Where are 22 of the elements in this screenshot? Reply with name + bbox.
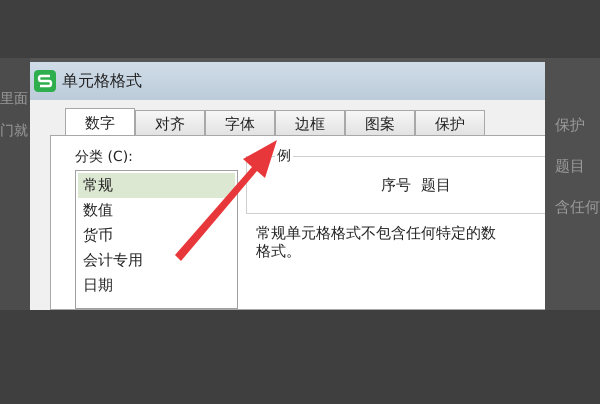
category-item[interactable]: 会计专用 <box>78 248 235 273</box>
tab[interactable]: 边框 <box>275 110 345 137</box>
background-text: 题目 <box>555 157 586 176</box>
category-item[interactable]: 日期 <box>78 273 235 298</box>
group-legend: 例 <box>275 147 293 165</box>
tab[interactable]: 图案 <box>345 110 415 137</box>
category-item[interactable]: 数值 <box>78 198 235 223</box>
tab[interactable]: 字体 <box>205 110 275 137</box>
window-title: 单元格格式 <box>62 70 142 92</box>
app-logo-icon <box>34 70 56 92</box>
background-text: 里面 <box>0 90 29 108</box>
background-text: 门就 <box>0 122 29 140</box>
category-item[interactable]: 常规 <box>78 173 235 198</box>
sample-value: 序号 题目 <box>380 176 451 194</box>
tab[interactable]: 保护 <box>415 110 485 137</box>
tab[interactable]: 对齐 <box>135 110 205 137</box>
background-text: 含任何 <box>555 198 600 217</box>
format-description: 常规单元格格式不包含任何特定的数 格式。 <box>255 223 497 260</box>
category-item[interactable]: 货币 <box>78 223 235 248</box>
background-text: 保护 <box>555 116 586 135</box>
category-label: 分类 (C): <box>75 148 134 166</box>
tab[interactable]: 数字 <box>65 108 135 137</box>
